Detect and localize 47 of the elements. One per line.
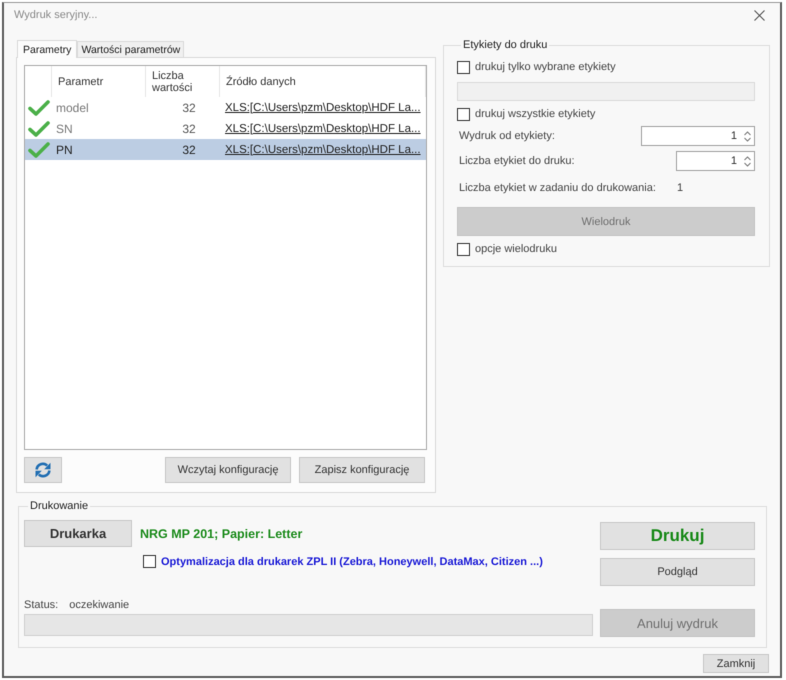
table-cell-text: 32	[181, 100, 197, 114]
window-title: Wydruk seryjny...	[14, 9, 98, 21]
file-link[interactable]: XLS:[C:\Users\pzm\Desktop\HDF La...	[220, 144, 426, 156]
checkbox-label: drukuj wszystkie etykiety	[475, 108, 596, 120]
close-button[interactable]: Zamknij	[703, 654, 769, 673]
checkbox-label: drukuj tylko wybrane etykiety	[475, 61, 616, 73]
table-row[interactable]: PN 32 XLS:[C:\Users\pzm\Desktop\HDF La...	[25, 139, 426, 160]
table-cell-text: model	[55, 100, 90, 114]
printer-info: NRG MP 201; Papier: Letter	[140, 526, 302, 540]
checkbox[interactable]	[457, 108, 470, 120]
status-value: oczekiwanie	[69, 598, 130, 610]
spin-arrows-icon[interactable]	[744, 130, 751, 142]
info-label: Liczba etykiet w zadaniu do drukowania:	[458, 182, 657, 194]
number-spinner[interactable]: 1	[676, 151, 755, 171]
checkbox-label: Optymalizacja dla drukarek ZPL II (Zebra, Honeywell, DataMax, Citizen ...)	[161, 556, 543, 568]
info-value: 1	[677, 182, 684, 194]
table-cell-text: 32	[181, 122, 197, 136]
file-link[interactable]: XLS:[C:\Users\pzm\Desktop\HDF La...	[220, 122, 426, 134]
config-button[interactable]: Wczytaj konfigurację	[165, 457, 291, 483]
checkbox[interactable]	[457, 242, 470, 256]
group-title: Drukowanie	[29, 500, 90, 513]
printer-button[interactable]: Drukarka	[24, 520, 132, 547]
group-title: Etykiety do druku	[462, 39, 548, 52]
close-icon[interactable]	[754, 10, 765, 20]
refresh-button[interactable]	[24, 457, 62, 483]
spin-arrows-icon[interactable]	[744, 156, 751, 166]
table-row[interactable]: model 32 XLS:[C:\Users\pzm\Desktop\HDF La...	[25, 97, 426, 118]
tab[interactable]: Wartości parametrów	[77, 41, 184, 57]
column-header[interactable]: Parametr	[52, 66, 146, 97]
number-spinner[interactable]: 1	[641, 126, 755, 146]
checkbox[interactable]	[457, 60, 470, 74]
table-cell-text: PN	[55, 142, 74, 156]
table-cell-text: 32	[181, 142, 197, 156]
checkbox-label: opcje wielodruku	[475, 243, 557, 255]
tab[interactable]: Parametry	[17, 40, 78, 58]
table-row[interactable]: SN 32 XLS:[C:\Users\pzm\Desktop\HDF La...	[25, 118, 426, 139]
status-label: Status:	[24, 598, 58, 610]
column-header[interactable]: Źródło danych	[220, 66, 426, 97]
table-cell-text: SN	[55, 122, 74, 136]
file-link[interactable]: XLS:[C:\Users\pzm\Desktop\HDF La...	[220, 102, 426, 114]
field-label: Liczba etykiet do druku:	[458, 155, 575, 167]
config-button[interactable]: Zapisz konfigurację	[299, 457, 425, 483]
field-label: Wydruk od etykiety:	[458, 130, 555, 142]
preview-button[interactable]: Podgląd	[600, 558, 755, 586]
column-header[interactable]: Liczba wartości	[146, 66, 220, 97]
checkbox[interactable]	[143, 555, 156, 568]
refresh-icon	[34, 462, 52, 478]
